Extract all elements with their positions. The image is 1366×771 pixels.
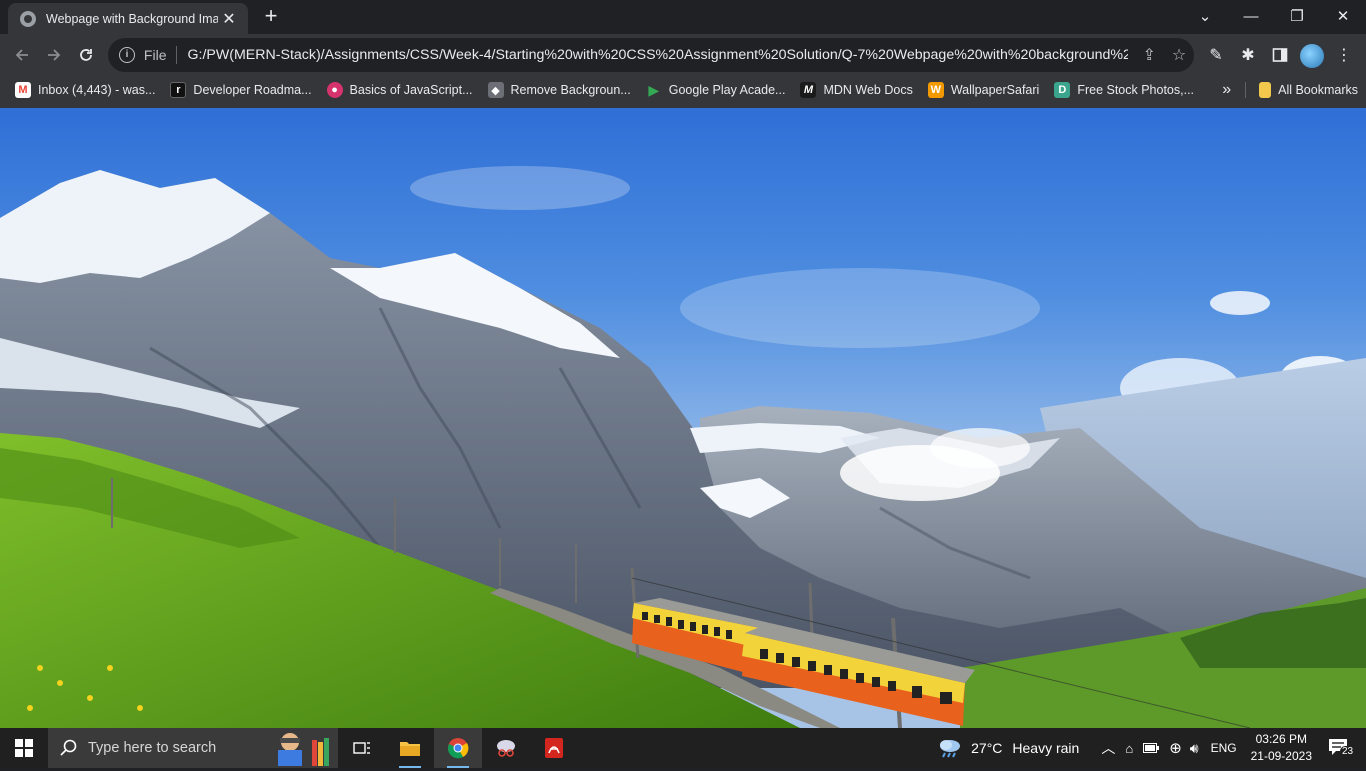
- search-highlight-illustration-icon: [270, 730, 330, 766]
- tab-close-button[interactable]: ✕: [220, 9, 238, 29]
- notification-count-badge: 23: [1340, 745, 1356, 757]
- task-view-button[interactable]: [338, 728, 386, 768]
- search-icon: [60, 739, 77, 756]
- wallpapersafari-icon: W: [927, 82, 944, 98]
- bookmark-label: Free Stock Photos,...: [1077, 83, 1195, 97]
- meet-now-icon[interactable]: ⌂: [1125, 741, 1133, 756]
- bookmark-star-icon[interactable]: ☆: [1164, 45, 1194, 65]
- folder-icon: [400, 742, 420, 756]
- info-icon[interactable]: i: [119, 47, 135, 63]
- start-button[interactable]: [0, 728, 48, 768]
- chevron-up-icon[interactable]: ︿: [1101, 738, 1115, 758]
- browser-window: Webpage with Background Image ✕ + ⌄ — ❐ …: [0, 0, 1366, 108]
- clock-time: 03:26 PM: [1255, 732, 1307, 746]
- eyedropper-extension-icon[interactable]: ✎: [1204, 43, 1228, 67]
- file-explorer-button[interactable]: [386, 728, 434, 768]
- tab-strip: Webpage with Background Image ✕ + ⌄ — ❐ …: [0, 0, 1366, 34]
- search-placeholder: Type here to search: [88, 740, 217, 756]
- tab-active[interactable]: Webpage with Background Image ✕: [8, 3, 248, 34]
- side-panel-glyph: [1272, 48, 1288, 62]
- folder-icon: [1259, 82, 1272, 98]
- clock[interactable]: 03:26 PM 21-09-2023: [1251, 731, 1312, 765]
- back-button[interactable]: [8, 41, 36, 69]
- bookmark-label: Inbox (4,443) - was...: [38, 83, 156, 97]
- snipping-tool-button[interactable]: [482, 728, 530, 768]
- bookmark-label: Developer Roadma...: [193, 83, 312, 97]
- weather-temperature: 27°C: [971, 740, 1003, 756]
- heavy-rain-cloud-icon: [940, 740, 961, 758]
- chrome-taskbar-button[interactable]: [434, 728, 482, 768]
- stock-photos-icon: D: [1054, 82, 1071, 98]
- weather-condition: Heavy rain: [1012, 740, 1080, 756]
- javascript-icon: ●: [326, 82, 343, 98]
- tab-search-button[interactable]: ⌄: [1182, 0, 1228, 32]
- window-close-button[interactable]: ✕: [1320, 0, 1366, 32]
- bookmark-label: WallpaperSafari: [950, 83, 1040, 97]
- mdn-icon: M: [800, 82, 817, 98]
- bookmark-item[interactable]: r Developer Roadma...: [163, 76, 319, 104]
- roadmap-icon: r: [170, 82, 187, 98]
- url-text[interactable]: G:/PW(MERN-Stack)/Assignments/CSS/Week-4…: [187, 47, 1128, 63]
- restore-button[interactable]: ❐: [1274, 0, 1320, 32]
- battery-icon[interactable]: [1143, 741, 1160, 756]
- all-bookmarks-button[interactable]: All Bookmarks: [1252, 76, 1366, 104]
- bookmark-label: MDN Web Docs: [823, 83, 913, 97]
- task-view-icon: [353, 742, 370, 754]
- bookmark-item[interactable]: ● Basics of JavaScript...: [320, 76, 481, 104]
- input-language[interactable]: ENG: [1211, 741, 1237, 755]
- snipping-tool-icon: [497, 740, 515, 757]
- forward-button[interactable]: [40, 41, 68, 69]
- bookmarks-overflow-button[interactable]: »: [1215, 76, 1239, 104]
- address-bar[interactable]: i File G:/PW(MERN-Stack)/Assignments/CSS…: [108, 38, 1194, 72]
- bookmark-item[interactable]: ◆ Remove Backgroun...: [481, 76, 639, 104]
- pdf-reader-icon: [545, 738, 563, 758]
- removebg-icon: ◆: [487, 82, 504, 98]
- profile-avatar[interactable]: [1300, 44, 1324, 68]
- new-tab-button[interactable]: +: [258, 4, 284, 30]
- notification-center-button[interactable]: 23: [1328, 738, 1358, 759]
- volume-icon[interactable]: 🔊︎: [1190, 740, 1199, 757]
- battery-glyph: [1143, 742, 1160, 753]
- bookmark-item[interactable]: ▶ Google Play Acade...: [639, 76, 794, 104]
- bookmark-item[interactable]: W WallpaperSafari: [921, 76, 1047, 104]
- weather-widget[interactable]: 27°C Heavy rain: [937, 738, 1079, 758]
- all-bookmarks-label: All Bookmarks: [1278, 83, 1358, 97]
- chrome-icon: [448, 738, 469, 759]
- side-panel-icon[interactable]: [1268, 43, 1292, 67]
- clock-date: 21-09-2023: [1250, 749, 1312, 763]
- network-globe-icon[interactable]: ⊕: [1169, 739, 1182, 757]
- system-tray: 27°C Heavy rain ︿ ⌂ ⊕ 🔊︎ ENG 03:26 PM 21…: [937, 728, 1366, 768]
- bookmark-label: Basics of JavaScript...: [349, 83, 473, 97]
- taskbar-search-box[interactable]: Type here to search: [48, 728, 338, 768]
- reload-button[interactable]: [72, 41, 100, 69]
- minimize-button[interactable]: —: [1228, 0, 1274, 32]
- windows-logo-icon: [15, 739, 33, 757]
- mountain-landscape-image: [0, 166, 1366, 728]
- kebab-menu-icon[interactable]: ⋮: [1332, 43, 1356, 67]
- share-icon[interactable]: ⇪: [1134, 45, 1164, 65]
- google-play-icon: ▶: [648, 81, 660, 98]
- globe-icon: [20, 10, 36, 27]
- reload-icon: [80, 49, 92, 61]
- acrobat-reader-button[interactable]: [530, 728, 578, 768]
- reading-person-icon: [278, 733, 329, 766]
- extensions-puzzle-icon[interactable]: ✱: [1236, 43, 1260, 67]
- forward-arrow-icon: [48, 49, 61, 61]
- gmail-icon: M: [15, 82, 31, 98]
- page-background-image: [0, 108, 1366, 728]
- bookmarks-bar: M Inbox (4,443) - was... r Developer Roa…: [0, 76, 1366, 104]
- bookmark-label: Google Play Acade...: [668, 83, 786, 97]
- bookmark-label: Remove Backgroun...: [510, 83, 631, 97]
- address-divider: [176, 46, 178, 64]
- bookmark-item[interactable]: M MDN Web Docs: [793, 76, 920, 104]
- bookmark-item[interactable]: D Free Stock Photos,...: [1047, 76, 1202, 104]
- toolbar: i File G:/PW(MERN-Stack)/Assignments/CSS…: [0, 34, 1366, 76]
- url-scheme: File: [143, 47, 167, 63]
- bookmark-item[interactable]: M Inbox (4,443) - was...: [8, 76, 163, 104]
- tab-title: Webpage with Background Image: [46, 11, 218, 26]
- back-arrow-icon: [15, 49, 28, 61]
- windows-taskbar: Type here to search 27°C Heavy rain ︿ ⌂ …: [0, 728, 1366, 768]
